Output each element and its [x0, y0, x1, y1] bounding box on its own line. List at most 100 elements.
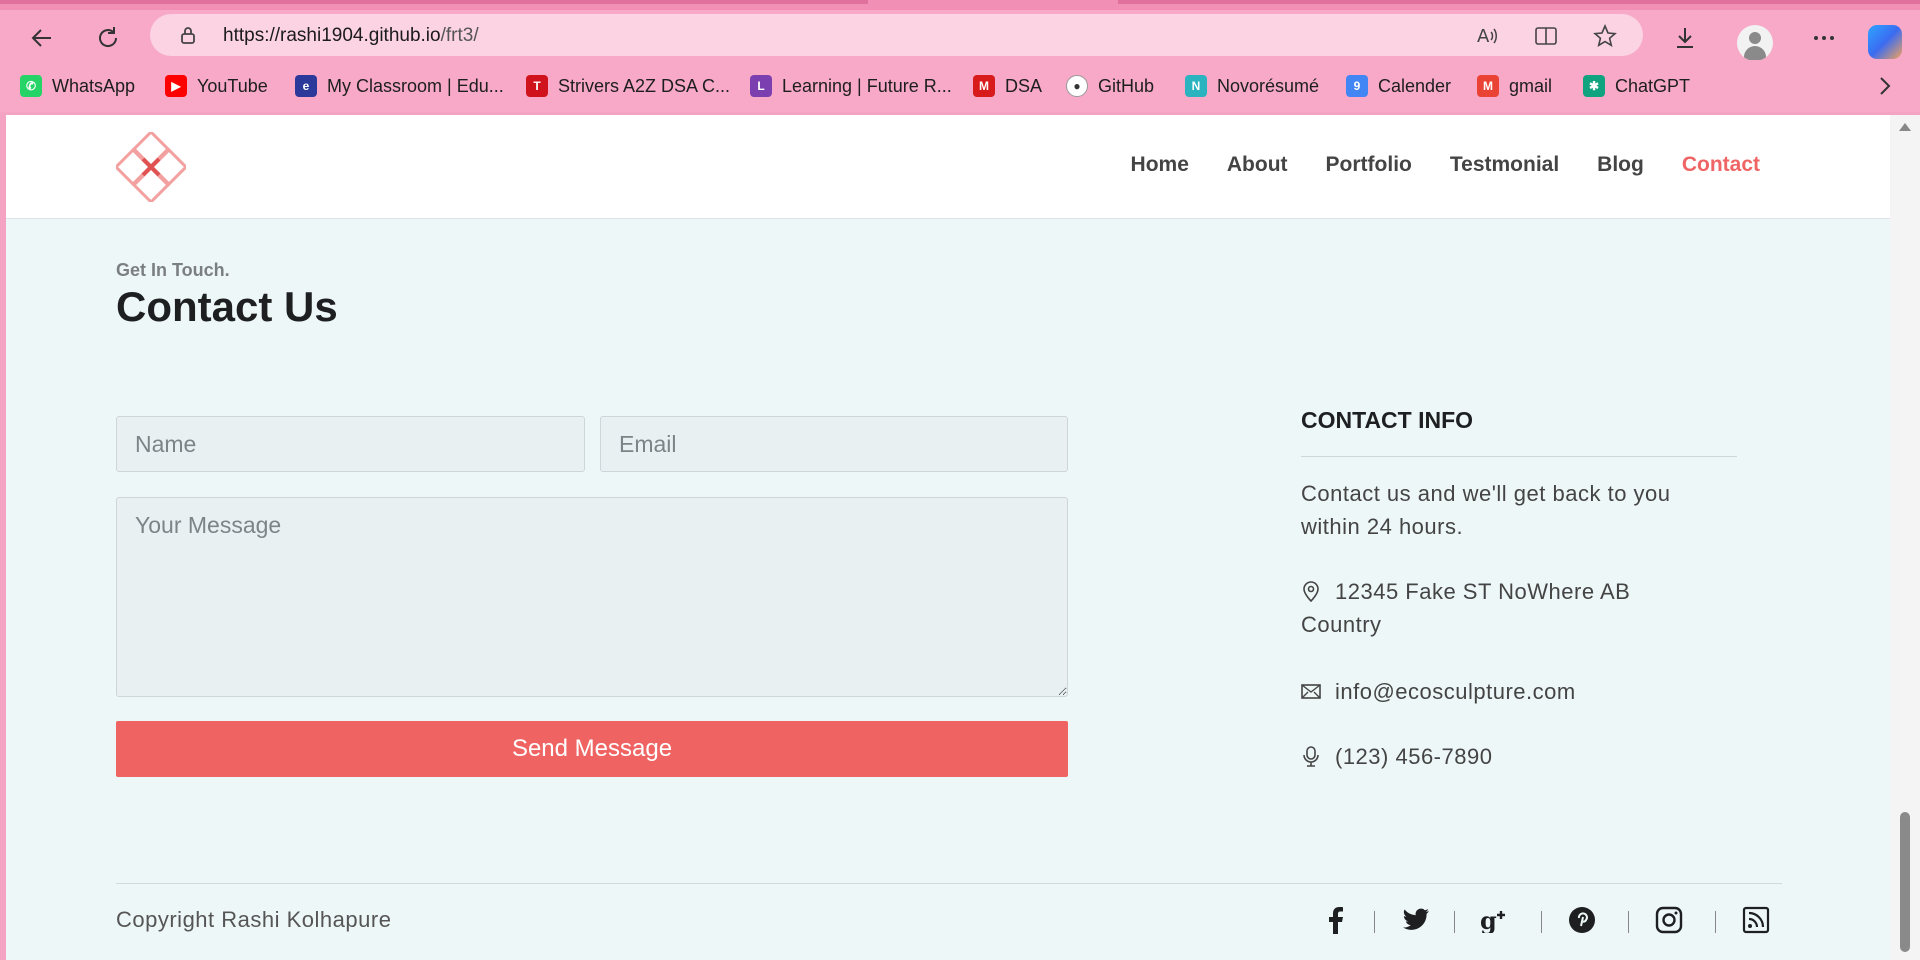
url-path: /frt3/	[440, 25, 479, 46]
contact-address: 12345 Fake ST NoWhere AB Country	[1301, 575, 1701, 641]
bookmark-label: ChatGPT	[1615, 75, 1691, 96]
social-separator	[1541, 911, 1542, 933]
lock-icon	[181, 27, 195, 44]
section-kicker: Get In Touch.	[116, 260, 230, 280]
contact-phone: (123) 456-7890	[1301, 740, 1701, 773]
main-nav: Home About Portfolio Testmonial Blog Contact	[1131, 153, 1760, 177]
page-viewport: Home About Portfolio Testmonial Blog Contact …	[6, 115, 1920, 960]
pinterest-icon[interactable]	[1567, 905, 1597, 935]
scroll-up-arrow-icon[interactable]	[1899, 123, 1911, 131]
dsa-icon: M	[973, 75, 995, 97]
github-icon: ●	[1066, 75, 1088, 97]
twitter-icon[interactable]	[1401, 905, 1431, 935]
downloads-button[interactable]	[1667, 20, 1703, 56]
youtube-icon: ▶	[165, 75, 187, 97]
rss-icon[interactable]	[1741, 905, 1771, 935]
copilot-icon[interactable]	[1868, 25, 1902, 59]
name-field[interactable]	[116, 416, 585, 472]
svg-text:A: A	[1477, 26, 1490, 47]
bookmark-item[interactable]: e My Classroom | Edu...	[295, 74, 504, 98]
bookmark-label: GitHub	[1098, 75, 1155, 96]
email-field[interactable]	[600, 416, 1068, 472]
site-header: Home About Portfolio Testmonial Blog Contact	[6, 115, 1890, 219]
url-host: https://rashi1904.github.io	[223, 25, 441, 46]
reload-button[interactable]	[90, 20, 126, 56]
social-separator	[1628, 911, 1629, 933]
reload-icon	[99, 27, 118, 47]
bookmark-item[interactable]: ● GitHub	[1066, 74, 1154, 98]
gmail-icon: M	[1477, 75, 1499, 97]
chevron-right-icon[interactable]	[1872, 74, 1896, 98]
bookmark-item[interactable]: Mgmail	[1477, 74, 1552, 98]
facebook-icon[interactable]	[1320, 905, 1350, 935]
whatsapp-icon: ✆	[20, 75, 42, 97]
bookmark-item[interactable]: ▶ YouTube	[165, 74, 268, 98]
browser-toolbar: https://rashi1904.github.io/frt3/ A	[0, 10, 1920, 61]
svg-text:g: g	[1480, 907, 1497, 933]
ellipsis-icon	[1814, 36, 1834, 40]
bookmark-item[interactable]: ✱ ChatGPT	[1583, 74, 1690, 98]
page-scrollbar[interactable]	[1890, 115, 1920, 960]
map-pin-icon	[1303, 581, 1319, 602]
bookmark-item[interactable]: T Strivers A2Z DSA C...	[526, 74, 730, 98]
contact-info-blurb: Contact us and we'll get back to you wit…	[1301, 481, 1671, 539]
bookmark-label: Novorésumé	[1217, 75, 1320, 96]
footer-divider	[116, 883, 1782, 884]
bookmark-label: DSA	[1005, 75, 1043, 96]
message-field[interactable]	[116, 497, 1068, 697]
profile-avatar[interactable]	[1737, 25, 1773, 61]
immersive-reader-icon[interactable]	[1534, 24, 1558, 48]
bookmark-label: My Classroom | Edu...	[327, 75, 504, 96]
email-text[interactable]: info@ecosculpture.com	[1335, 679, 1576, 704]
copyright-text: Copyright Rashi Kolhapure	[116, 907, 392, 932]
learning-icon: L	[750, 75, 772, 97]
divider	[1301, 456, 1737, 457]
nav-link-about[interactable]: About	[1227, 153, 1288, 177]
bookmark-label: Learning | Future R...	[782, 75, 952, 96]
calendar-icon: 9	[1346, 75, 1368, 97]
url-text[interactable]: https://rashi1904.github.io/frt3/	[223, 25, 479, 47]
social-separator	[1374, 911, 1375, 933]
site-logo-icon[interactable]	[116, 132, 186, 202]
bookmark-item[interactable]: L Learning | Future R...	[750, 74, 952, 98]
nav-link-blog[interactable]: Blog	[1597, 153, 1644, 177]
download-icon	[1677, 28, 1693, 48]
back-arrow-icon	[31, 29, 51, 47]
bookmark-label: WhatsApp	[52, 75, 136, 96]
edu-icon: e	[295, 75, 317, 97]
social-separator	[1454, 911, 1455, 933]
bookmark-label: gmail	[1509, 75, 1553, 96]
bookmark-item[interactable]: N Novorésumé	[1185, 74, 1319, 98]
bookmark-item[interactable]: 9 Calender	[1346, 74, 1451, 98]
nav-link-portfolio[interactable]: Portfolio	[1326, 153, 1412, 177]
bookmark-label: YouTube	[197, 75, 268, 96]
contact-info-heading: CONTACT INFO	[1301, 407, 1474, 433]
google-plus-icon[interactable]: g	[1480, 905, 1510, 935]
browser-tab[interactable]	[1118, 0, 1920, 4]
contact-email: info@ecosculpture.com	[1301, 675, 1701, 708]
bookmark-item[interactable]: M DSA	[973, 74, 1042, 98]
scrollbar-thumb[interactable]	[1900, 812, 1910, 952]
envelope-icon	[1301, 684, 1321, 699]
nav-link-testmonial[interactable]: Testmonial	[1450, 153, 1559, 177]
back-button[interactable]	[24, 20, 60, 56]
tuf-icon: T	[526, 75, 548, 97]
microphone-icon	[1303, 746, 1319, 767]
address-text: 12345 Fake ST NoWhere AB Country	[1301, 579, 1631, 637]
read-aloud-icon[interactable]: A	[1475, 24, 1499, 48]
phone-text: (123) 456-7890	[1335, 744, 1493, 769]
social-separator	[1715, 911, 1716, 933]
nav-link-home[interactable]: Home	[1131, 153, 1189, 177]
page-title: Contact Us	[116, 283, 338, 330]
instagram-icon[interactable]	[1654, 905, 1684, 935]
send-message-button[interactable]: Send Message	[116, 721, 1068, 777]
browser-tab[interactable]	[0, 0, 868, 4]
more-menu-button[interactable]	[1806, 20, 1842, 56]
chatgpt-icon: ✱	[1583, 75, 1605, 97]
address-bar[interactable]: https://rashi1904.github.io/frt3/ A	[150, 14, 1643, 56]
favorite-star-icon[interactable]	[1593, 24, 1617, 48]
novoresume-icon: N	[1185, 75, 1207, 97]
bookmark-label: Calender	[1378, 75, 1452, 96]
nav-link-contact[interactable]: Contact	[1682, 153, 1760, 177]
bookmark-item[interactable]: ✆ WhatsApp	[20, 74, 135, 98]
